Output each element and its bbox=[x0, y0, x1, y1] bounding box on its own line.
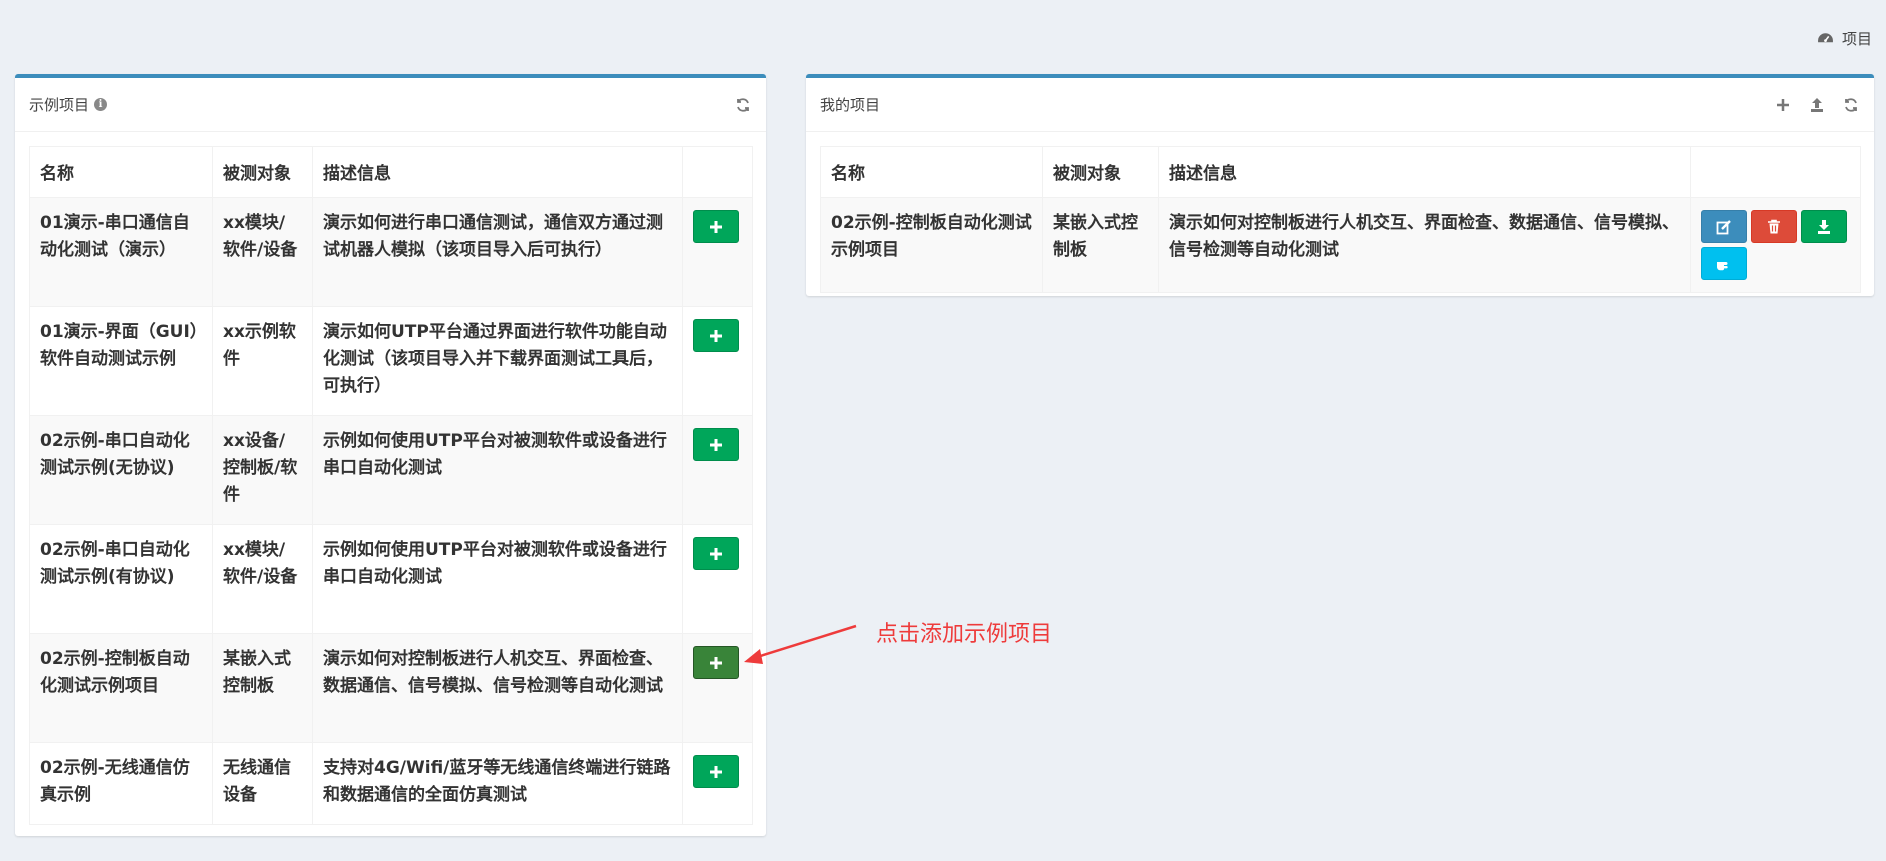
add-project-tool-button[interactable] bbox=[1774, 96, 1792, 114]
plus-icon bbox=[710, 438, 722, 451]
cell-target: xx模块/软件/设备 bbox=[212, 524, 313, 634]
panel-header: 我的项目 bbox=[806, 78, 1874, 132]
cell-target: 某嵌入式控制板 bbox=[212, 633, 313, 743]
example-projects-table: 名称 被测对象 描述信息 01演示-串口通信自动化测试（演示） xx模块/软件/… bbox=[29, 146, 753, 825]
cell-name: 02示例-无线通信仿真示例 bbox=[29, 742, 213, 825]
column-header-name: 名称 bbox=[29, 146, 213, 198]
table-row: 02示例-控制板自动化测试示例项目 某嵌入式控制板 演示如何对控制板进行人机交互… bbox=[29, 633, 753, 743]
cell-desc: 演示如何UTP平台通过界面进行软件功能自动化测试（该项目导入并下载界面测试工具后… bbox=[312, 306, 683, 416]
refresh-icon bbox=[737, 97, 749, 112]
cell-name: 01演示-串口通信自动化测试（演示） bbox=[29, 197, 213, 307]
add-project-button[interactable] bbox=[693, 428, 739, 461]
column-header-target: 被测对象 bbox=[1042, 146, 1159, 198]
row-actions bbox=[1701, 210, 1851, 280]
cell-desc: 示例如何使用UTP平台对被测软件或设备进行串口自动化测试 bbox=[312, 524, 683, 634]
cell-name: 02示例-串口自动化测试示例(有协议) bbox=[29, 524, 213, 634]
add-project-button[interactable] bbox=[693, 210, 739, 243]
column-header-actions bbox=[1690, 146, 1861, 198]
plus-icon bbox=[710, 547, 722, 560]
my-projects-panel: 我的项目 名称 被测对象 描述信息 02示例-控制板自动化测试示例项目 某嵌入式… bbox=[806, 74, 1874, 296]
refresh-button[interactable] bbox=[734, 96, 752, 114]
column-header-target: 被测对象 bbox=[212, 146, 313, 198]
cell-target: xx示例软件 bbox=[212, 306, 313, 416]
hand-pointer-icon bbox=[1716, 261, 1728, 270]
plus-icon bbox=[710, 765, 722, 778]
refresh-icon bbox=[1845, 97, 1857, 112]
table-row: 02示例-无线通信仿真示例 无线通信设备 支持对4G/Wifi/蓝牙等无线通信终… bbox=[29, 742, 753, 825]
refresh-button[interactable] bbox=[1842, 96, 1860, 114]
column-header-name: 名称 bbox=[820, 146, 1043, 198]
column-header-actions bbox=[682, 146, 753, 198]
edit-icon bbox=[1716, 219, 1731, 234]
add-project-button[interactable] bbox=[693, 319, 739, 352]
cell-name: 02示例-控制板自动化测试示例项目 bbox=[29, 633, 213, 743]
panel-title: 示例项目 bbox=[29, 96, 90, 114]
trash-icon bbox=[1768, 219, 1780, 233]
add-project-button[interactable] bbox=[693, 646, 739, 679]
edit-button[interactable] bbox=[1701, 210, 1747, 243]
my-projects-table: 名称 被测对象 描述信息 02示例-控制板自动化测试示例项目 某嵌入式控制板 演… bbox=[820, 146, 1861, 293]
cell-name: 01演示-界面（GUI）软件自动测试示例 bbox=[29, 306, 213, 416]
topbar-label: 项目 bbox=[1841, 30, 1872, 48]
example-projects-panel: 示例项目 i 名称 被测对象 描述信息 01演示-串口通信自动化测试（演示） x… bbox=[15, 74, 766, 836]
table-row: 02示例-串口自动化测试示例(有协议) xx模块/软件/设备 示例如何使用UTP… bbox=[29, 524, 753, 634]
topbar-projects[interactable]: 项目 bbox=[1817, 28, 1872, 49]
plus-icon bbox=[1777, 98, 1789, 111]
plus-icon bbox=[710, 656, 722, 669]
add-project-button[interactable] bbox=[693, 755, 739, 788]
delete-button[interactable] bbox=[1751, 210, 1797, 243]
download-button[interactable] bbox=[1801, 210, 1847, 243]
cell-target: xx设备/控制板/软件 bbox=[212, 415, 313, 525]
enter-project-button[interactable] bbox=[1701, 247, 1747, 280]
cell-target: 某嵌入式控制板 bbox=[1042, 197, 1159, 293]
table-row: 01演示-界面（GUI）软件自动测试示例 xx示例软件 演示如何UTP平台通过界… bbox=[29, 306, 753, 416]
table-row: 01演示-串口通信自动化测试（演示） xx模块/软件/设备 演示如何进行串口通信… bbox=[29, 197, 753, 307]
annotation-arrow bbox=[744, 624, 857, 664]
cell-desc: 演示如何进行串口通信测试，通信双方通过测试机器人模拟（该项目导入后可执行） bbox=[312, 197, 683, 307]
cell-desc: 演示如何对控制板进行人机交互、界面检查、数据通信、信号模拟、信号检测等自动化测试 bbox=[312, 633, 683, 743]
cell-desc: 演示如何对控制板进行人机交互、界面检查、数据通信、信号模拟、信号检测等自动化测试 bbox=[1158, 197, 1691, 293]
annotation-text: 点击添加示例项目 bbox=[876, 622, 1053, 647]
plus-icon bbox=[710, 220, 722, 233]
cell-name: 02示例-串口自动化测试示例(无协议) bbox=[29, 415, 213, 525]
upload-button[interactable] bbox=[1808, 96, 1826, 114]
upload-icon bbox=[1811, 97, 1823, 112]
cell-desc: 示例如何使用UTP平台对被测软件或设备进行串口自动化测试 bbox=[312, 415, 683, 525]
info-icon[interactable]: i bbox=[94, 98, 108, 111]
dashboard-icon bbox=[1818, 33, 1833, 43]
add-project-button[interactable] bbox=[693, 537, 739, 570]
column-header-desc: 描述信息 bbox=[1158, 146, 1691, 198]
cell-target: 无线通信设备 bbox=[212, 742, 313, 825]
plus-icon bbox=[710, 329, 722, 342]
table-row: 02示例-控制板自动化测试示例项目 某嵌入式控制板 演示如何对控制板进行人机交互… bbox=[820, 197, 1861, 293]
cell-name: 02示例-控制板自动化测试示例项目 bbox=[820, 197, 1043, 293]
column-header-desc: 描述信息 bbox=[312, 146, 683, 198]
download-icon bbox=[1818, 219, 1830, 234]
panel-title: 我的项目 bbox=[820, 96, 881, 114]
cell-desc: 支持对4G/Wifi/蓝牙等无线通信终端进行链路和数据通信的全面仿真测试 bbox=[312, 742, 683, 825]
cell-target: xx模块/软件/设备 bbox=[212, 197, 313, 307]
panel-header: 示例项目 i bbox=[15, 78, 766, 132]
table-row: 02示例-串口自动化测试示例(无协议) xx设备/控制板/软件 示例如何使用UT… bbox=[29, 415, 753, 525]
